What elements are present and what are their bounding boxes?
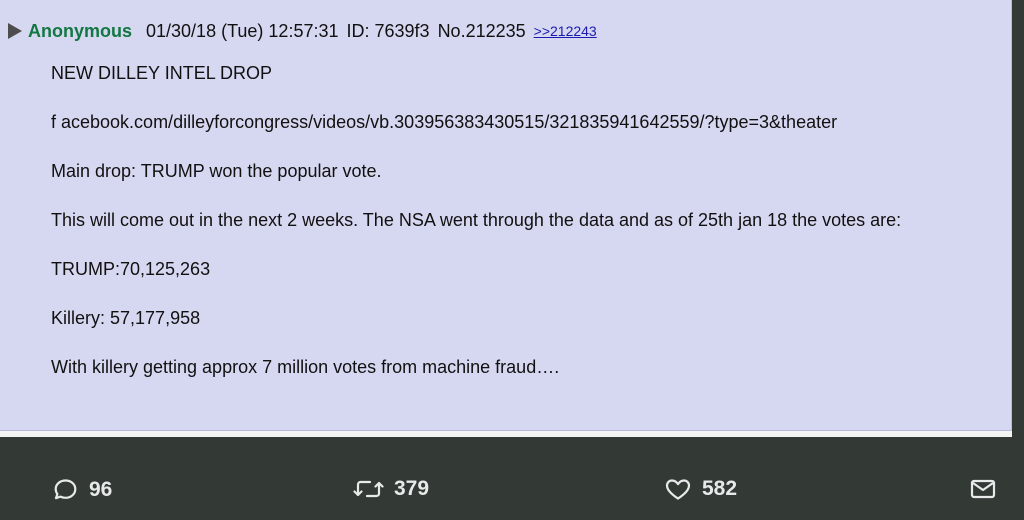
post-line: f acebook.com/dilleyforcongress/videos/v… [51, 112, 838, 132]
poster-name: Anonymous [28, 20, 133, 41]
retweet-count: 379 [394, 477, 430, 500]
reply-link[interactable]: >>212243 [534, 23, 597, 39]
share-button[interactable] [970, 477, 1006, 501]
post-line: NEW DILLEY INTEL DROP [51, 63, 273, 83]
retweet-icon [353, 480, 384, 498]
post-date: 01/30/18 (Tue) 12:57:31 [146, 20, 339, 41]
tweet-action-bar: 96 379 582 [0, 437, 1024, 520]
post-line: Killery: 57,177,958 [51, 308, 201, 328]
reply-button[interactable]: 96 [52, 477, 112, 502]
post-body: NEW DILLEY INTEL DROP f acebook.com/dill… [51, 62, 1011, 405]
like-button[interactable]: 582 [664, 477, 737, 501]
post-number[interactable]: No.212235 [438, 21, 526, 42]
post-header: Anonymous 01/30/18 (Tue) 12:57:31 ID: 76… [8, 18, 597, 44]
reply-bubble-icon [54, 479, 77, 500]
heart-icon [665, 479, 691, 500]
envelope-icon [970, 479, 996, 499]
retweet-button[interactable]: 379 [353, 477, 429, 501]
reply-count: 96 [89, 477, 113, 501]
post-line: Main drop: TRUMP won the popular vote. [51, 161, 382, 181]
post-line: TRUMP:70,125,263 [51, 259, 211, 279]
imageboard-post: Anonymous 01/30/18 (Tue) 12:57:31 ID: 76… [0, 0, 1012, 431]
post-line: This will come out in the next 2 weeks. … [51, 210, 902, 230]
poster-id: ID: 7639f3 [346, 20, 430, 41]
like-count: 582 [702, 477, 738, 500]
post-line: With killery getting approx 7 million vo… [51, 357, 560, 377]
expand-arrow-icon[interactable] [8, 23, 22, 39]
